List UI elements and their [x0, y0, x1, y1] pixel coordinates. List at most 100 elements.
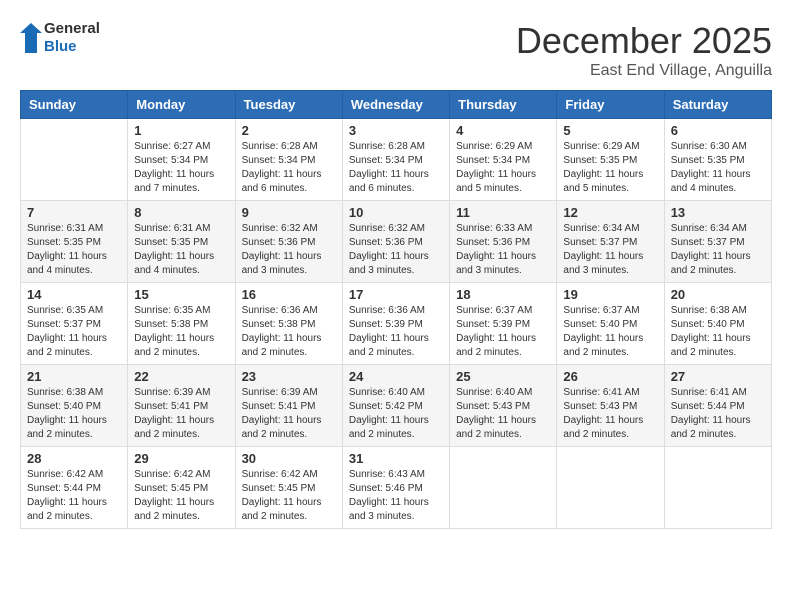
day-number: 9 [242, 205, 336, 220]
day-number: 25 [456, 369, 550, 384]
day-number: 30 [242, 451, 336, 466]
calendar-cell: 28Sunrise: 6:42 AM Sunset: 5:44 PM Dayli… [21, 447, 128, 529]
calendar-week-row: 7Sunrise: 6:31 AM Sunset: 5:35 PM Daylig… [21, 201, 772, 283]
day-number: 1 [134, 123, 228, 138]
calendar-cell: 6 Sunrise: 6:30 AM Sunset: 5:35 PM Daylig… [664, 119, 771, 201]
title-section: December 2025 East End Village, Anguilla [516, 20, 772, 80]
calendar-header-thursday: Thursday [450, 91, 557, 119]
day-info: Sunrise: 6:35 AM Sunset: 5:38 PM Dayligh… [134, 304, 228, 360]
calendar-cell [664, 447, 771, 529]
day-number: 10 [349, 205, 443, 220]
day-number: 15 [134, 287, 228, 302]
calendar-cell: 10 Sunrise: 6:32 AM Sunset: 5:36 PM Dayli… [342, 201, 449, 283]
day-number: 29 [134, 451, 228, 466]
day-number: 4 [456, 123, 550, 138]
day-number: 19 [563, 287, 657, 302]
calendar-cell: 23Sunrise: 6:39 AM Sunset: 5:41 PM Dayli… [235, 365, 342, 447]
day-number: 22 [134, 369, 228, 384]
day-number: 28 [27, 451, 121, 466]
calendar-week-row: 14 Sunrise: 6:35 AM Sunset: 5:37 PM Dayli… [21, 283, 772, 365]
calendar-header-sunday: Sunday [21, 91, 128, 119]
day-number: 6 [671, 123, 765, 138]
calendar-cell: 16Sunrise: 6:36 AM Sunset: 5:38 PM Dayli… [235, 283, 342, 365]
calendar-week-row: 28Sunrise: 6:42 AM Sunset: 5:44 PM Dayli… [21, 447, 772, 529]
day-info: Sunrise: 6:28 AM Sunset: 5:34 PM Dayligh… [349, 140, 443, 196]
day-info: Sunrise: 6:35 AM Sunset: 5:37 PM Dayligh… [27, 304, 121, 360]
calendar-cell: 29 Sunrise: 6:42 AM Sunset: 5:45 PM Dayli… [128, 447, 235, 529]
day-info: Sunrise: 6:41 AM Sunset: 5:43 PM Dayligh… [563, 386, 657, 442]
calendar-cell: 15 Sunrise: 6:35 AM Sunset: 5:38 PM Dayli… [128, 283, 235, 365]
day-info: Sunrise: 6:28 AM Sunset: 5:34 PM Dayligh… [242, 140, 336, 196]
day-info: Sunrise: 6:30 AM Sunset: 5:35 PM Dayligh… [671, 140, 765, 196]
calendar-cell: 2 Sunrise: 6:28 AM Sunset: 5:34 PM Daylig… [235, 119, 342, 201]
day-number: 26 [563, 369, 657, 384]
calendar-cell: 14 Sunrise: 6:35 AM Sunset: 5:37 PM Dayli… [21, 283, 128, 365]
calendar-cell [450, 447, 557, 529]
location-title: East End Village, Anguilla [516, 62, 772, 80]
calendar-cell [557, 447, 664, 529]
day-info: Sunrise: 6:42 AM Sunset: 5:45 PM Dayligh… [134, 468, 228, 524]
day-number: 12 [563, 205, 657, 220]
day-info: Sunrise: 6:39 AM Sunset: 5:41 PM Dayligh… [242, 386, 336, 442]
day-number: 18 [456, 287, 550, 302]
calendar-cell: 4 Sunrise: 6:29 AM Sunset: 5:34 PM Daylig… [450, 119, 557, 201]
day-number: 14 [27, 287, 121, 302]
logo-blue: Blue [44, 38, 100, 56]
calendar-cell: 22 Sunrise: 6:39 AM Sunset: 5:41 PM Dayli… [128, 365, 235, 447]
day-info: Sunrise: 6:42 AM Sunset: 5:45 PM Dayligh… [242, 468, 336, 524]
calendar-cell: 24Sunrise: 6:40 AM Sunset: 5:42 PM Dayli… [342, 365, 449, 447]
logo-bird-icon [20, 23, 42, 53]
calendar-cell: 27 Sunrise: 6:41 AM Sunset: 5:44 PM Dayli… [664, 365, 771, 447]
calendar-header-monday: Monday [128, 91, 235, 119]
day-info: Sunrise: 6:34 AM Sunset: 5:37 PM Dayligh… [563, 222, 657, 278]
day-number: 8 [134, 205, 228, 220]
calendar-cell: 19Sunrise: 6:37 AM Sunset: 5:40 PM Dayli… [557, 283, 664, 365]
day-info: Sunrise: 6:39 AM Sunset: 5:41 PM Dayligh… [134, 386, 228, 442]
calendar-cell: 12 Sunrise: 6:34 AM Sunset: 5:37 PM Dayli… [557, 201, 664, 283]
day-info: Sunrise: 6:33 AM Sunset: 5:36 PM Dayligh… [456, 222, 550, 278]
calendar-cell: 25 Sunrise: 6:40 AM Sunset: 5:43 PM Dayli… [450, 365, 557, 447]
day-number: 21 [27, 369, 121, 384]
calendar-week-row: 21 Sunrise: 6:38 AM Sunset: 5:40 PM Dayli… [21, 365, 772, 447]
day-number: 7 [27, 205, 121, 220]
day-info: Sunrise: 6:36 AM Sunset: 5:39 PM Dayligh… [349, 304, 443, 360]
day-number: 3 [349, 123, 443, 138]
calendar-cell: 9Sunrise: 6:32 AM Sunset: 5:36 PM Daylig… [235, 201, 342, 283]
day-info: Sunrise: 6:34 AM Sunset: 5:37 PM Dayligh… [671, 222, 765, 278]
calendar-header-wednesday: Wednesday [342, 91, 449, 119]
day-number: 5 [563, 123, 657, 138]
calendar-cell: 17Sunrise: 6:36 AM Sunset: 5:39 PM Dayli… [342, 283, 449, 365]
day-info: Sunrise: 6:40 AM Sunset: 5:42 PM Dayligh… [349, 386, 443, 442]
calendar-header-friday: Friday [557, 91, 664, 119]
calendar-cell: 21 Sunrise: 6:38 AM Sunset: 5:40 PM Dayli… [21, 365, 128, 447]
day-info: Sunrise: 6:37 AM Sunset: 5:39 PM Dayligh… [456, 304, 550, 360]
day-number: 27 [671, 369, 765, 384]
calendar-cell: 30 Sunrise: 6:42 AM Sunset: 5:45 PM Dayli… [235, 447, 342, 529]
calendar-cell: 26 Sunrise: 6:41 AM Sunset: 5:43 PM Dayli… [557, 365, 664, 447]
calendar-cell: 1 Sunrise: 6:27 AM Sunset: 5:34 PM Daylig… [128, 119, 235, 201]
calendar-cell: 20Sunrise: 6:38 AM Sunset: 5:40 PM Dayli… [664, 283, 771, 365]
day-info: Sunrise: 6:38 AM Sunset: 5:40 PM Dayligh… [27, 386, 121, 442]
calendar-cell: 7Sunrise: 6:31 AM Sunset: 5:35 PM Daylig… [21, 201, 128, 283]
calendar-cell: 8Sunrise: 6:31 AM Sunset: 5:35 PM Daylig… [128, 201, 235, 283]
calendar-table: SundayMondayTuesdayWednesdayThursdayFrid… [20, 90, 772, 529]
calendar-cell: 5Sunrise: 6:29 AM Sunset: 5:35 PM Daylig… [557, 119, 664, 201]
logo-text: General Blue [44, 20, 100, 56]
day-info: Sunrise: 6:27 AM Sunset: 5:34 PM Dayligh… [134, 140, 228, 196]
day-number: 13 [671, 205, 765, 220]
calendar-cell: 31Sunrise: 6:43 AM Sunset: 5:46 PM Dayli… [342, 447, 449, 529]
day-number: 31 [349, 451, 443, 466]
day-number: 2 [242, 123, 336, 138]
logo-container: General Blue [20, 20, 100, 56]
month-title: December 2025 [516, 20, 772, 62]
page-header: General Blue December 2025 East End Vill… [20, 20, 772, 80]
calendar-header-saturday: Saturday [664, 91, 771, 119]
day-number: 16 [242, 287, 336, 302]
day-info: Sunrise: 6:29 AM Sunset: 5:34 PM Dayligh… [456, 140, 550, 196]
day-info: Sunrise: 6:40 AM Sunset: 5:43 PM Dayligh… [456, 386, 550, 442]
day-info: Sunrise: 6:32 AM Sunset: 5:36 PM Dayligh… [349, 222, 443, 278]
calendar-week-row: 1 Sunrise: 6:27 AM Sunset: 5:34 PM Daylig… [21, 119, 772, 201]
day-number: 20 [671, 287, 765, 302]
calendar-cell: 3 Sunrise: 6:28 AM Sunset: 5:34 PM Daylig… [342, 119, 449, 201]
day-info: Sunrise: 6:41 AM Sunset: 5:44 PM Dayligh… [671, 386, 765, 442]
